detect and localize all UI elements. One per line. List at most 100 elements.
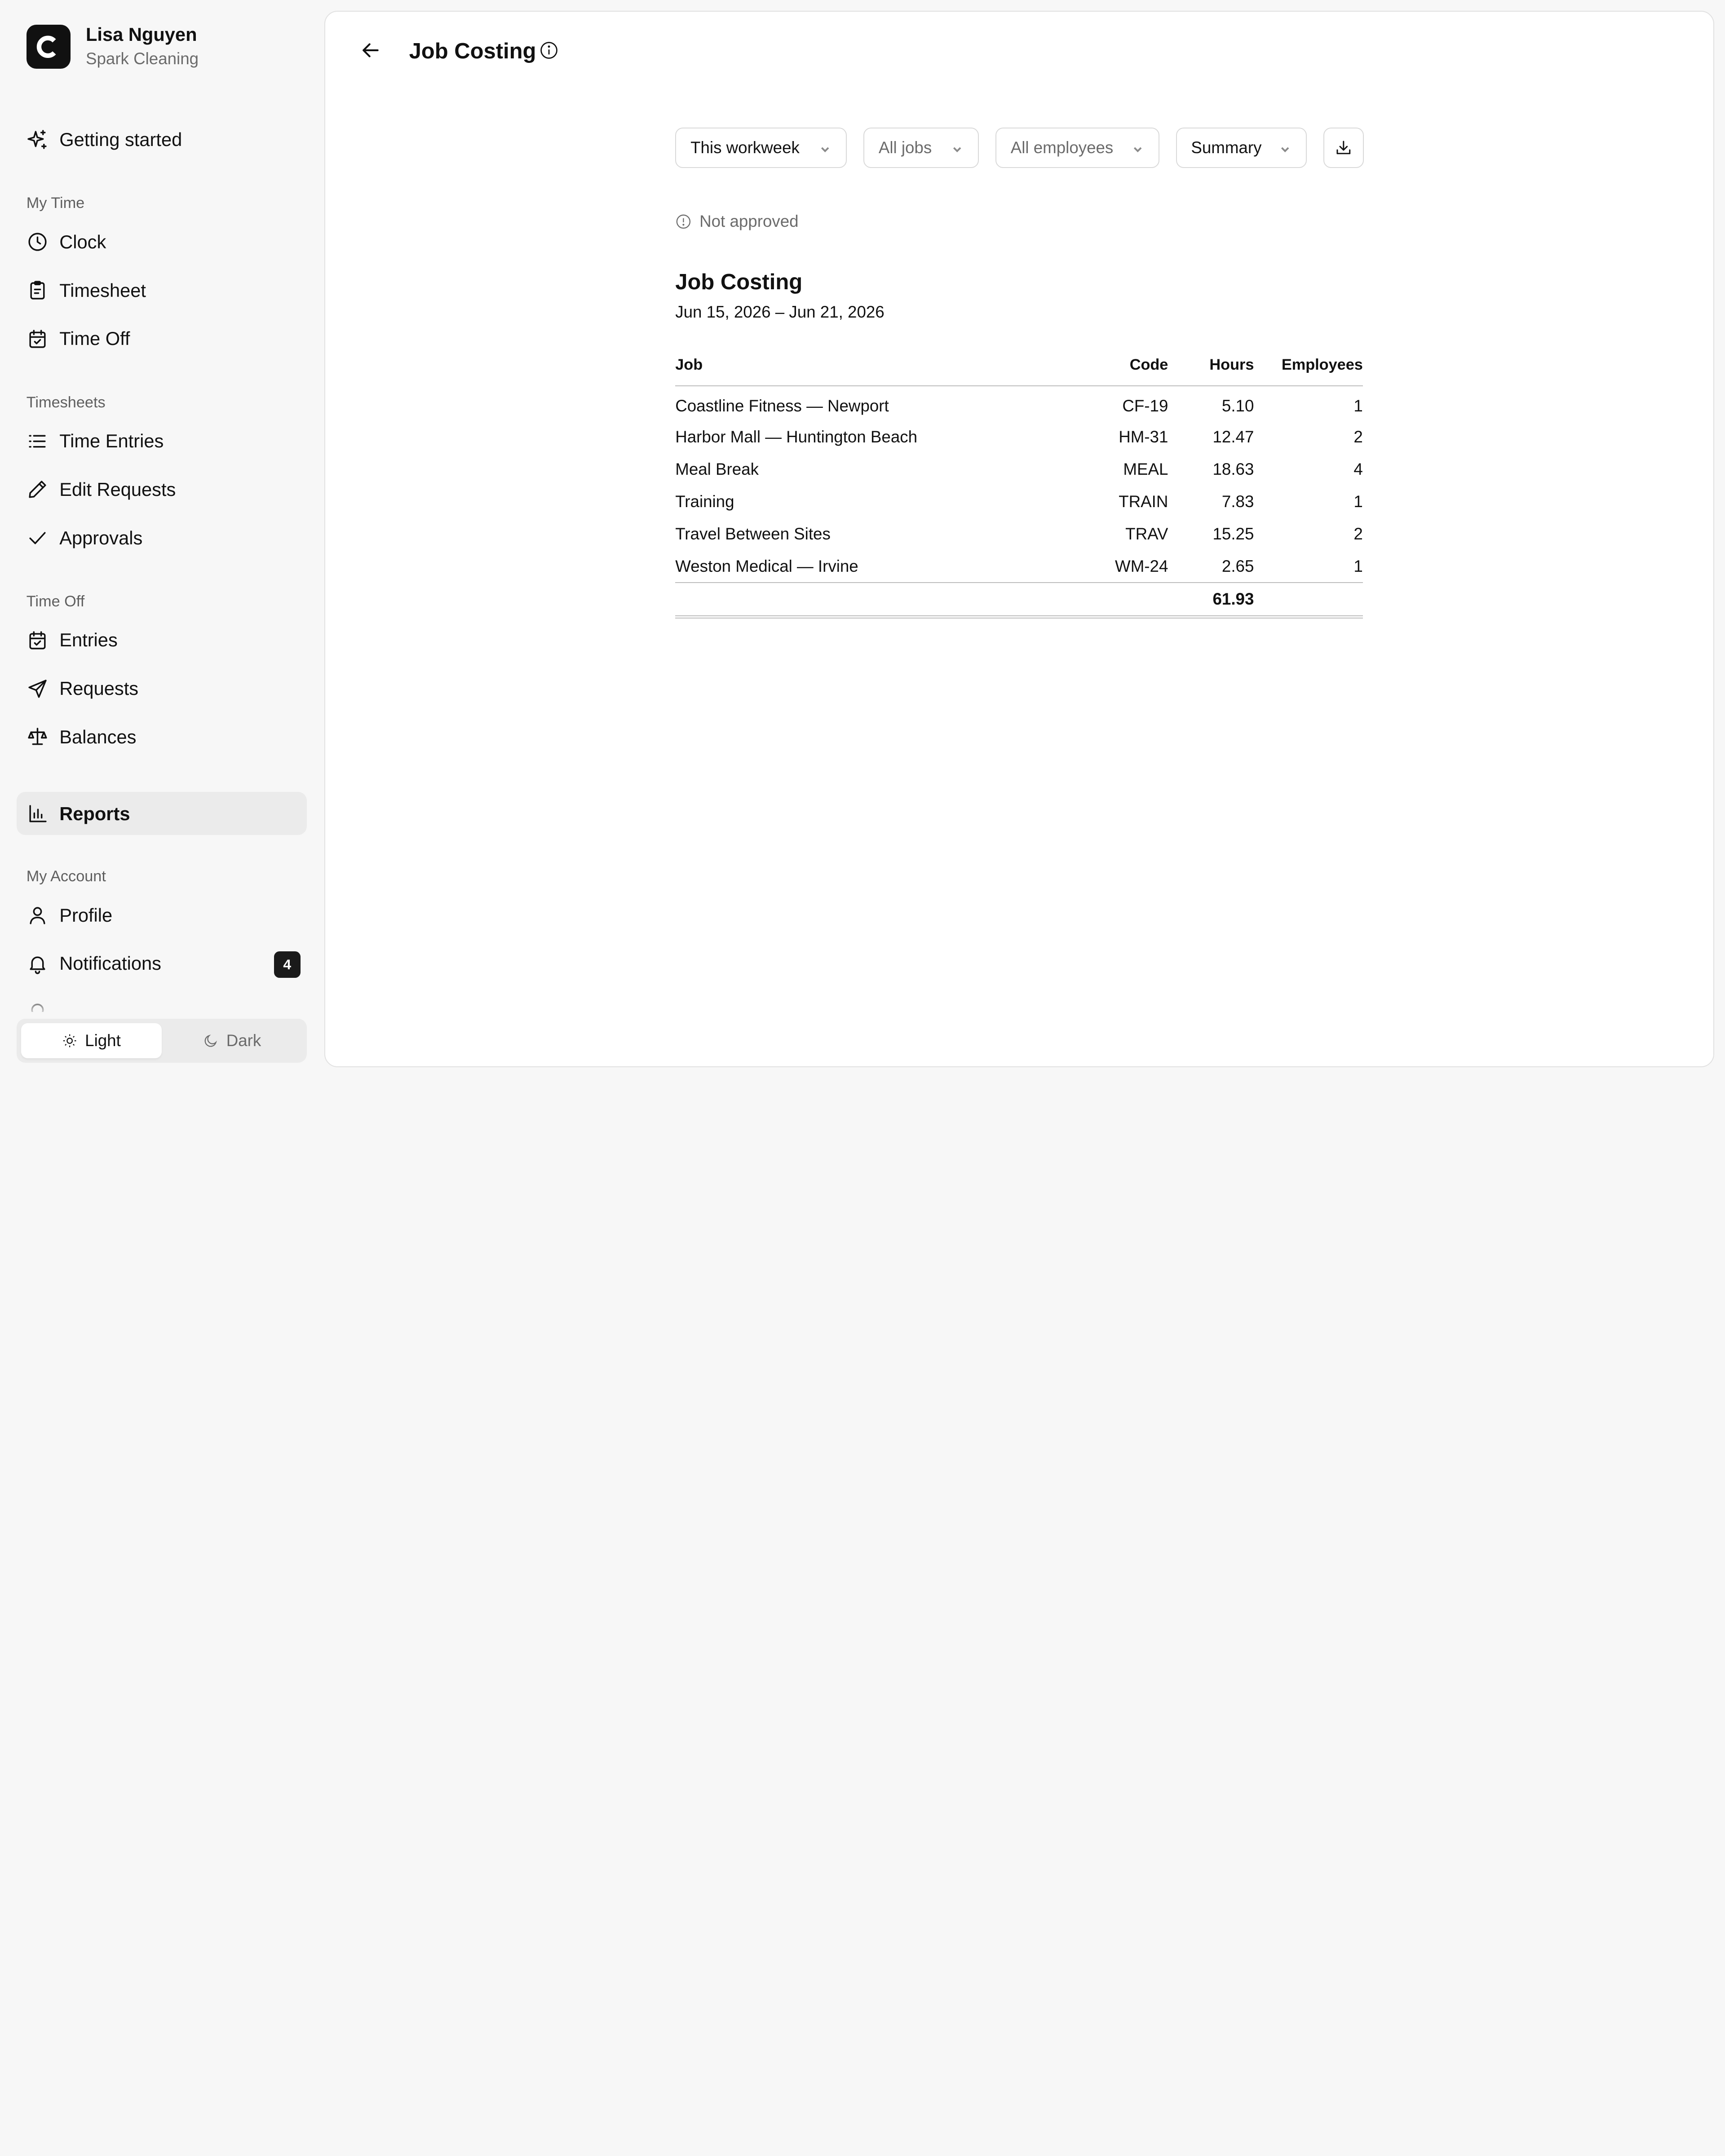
jobs-filter-value: All jobs bbox=[878, 138, 932, 157]
sidebar-item-time-off[interactable]: Time Off bbox=[27, 323, 130, 355]
alert-circle-icon bbox=[676, 214, 691, 229]
cell-hours: 5.10 bbox=[1221, 396, 1254, 415]
clock-icon bbox=[27, 231, 49, 253]
cell-job: Travel Between Sites bbox=[675, 525, 831, 543]
download-button[interactable] bbox=[1323, 127, 1364, 168]
main-panel: Job Costing This workweek All jobs All e… bbox=[324, 11, 1714, 1067]
cell-job: Coastline Fitness — Newport bbox=[675, 396, 889, 415]
chevron-down-icon bbox=[951, 141, 964, 154]
scale-icon bbox=[27, 726, 49, 748]
theme-dark-label: Dark bbox=[226, 1031, 261, 1050]
account-name: Lisa Nguyen bbox=[86, 24, 197, 45]
theme-toggle[interactable]: Light Dark bbox=[16, 1018, 307, 1063]
list-icon bbox=[27, 430, 49, 452]
section-label-my-time: My Time bbox=[26, 194, 85, 212]
sidebar-item-label: Time Entries bbox=[59, 430, 164, 452]
cell-code: TRAV bbox=[1125, 525, 1168, 543]
sidebar-item-label: Edit Requests bbox=[59, 478, 176, 500]
sidebar-item-approvals[interactable]: Approvals bbox=[27, 521, 143, 554]
period-filter-value: This workweek bbox=[690, 138, 800, 157]
theme-light-button[interactable]: Light bbox=[21, 1023, 162, 1058]
cell-hours: 18.63 bbox=[1212, 460, 1254, 479]
table-row: Harbor Mall — Huntington Beach HM-31 12.… bbox=[675, 421, 1363, 453]
chevron-down-icon bbox=[1131, 141, 1144, 154]
column-header-employees: Employees bbox=[1254, 356, 1363, 387]
jobs-filter-select[interactable]: All jobs bbox=[863, 127, 979, 168]
sidebar: Lisa Nguyen Spark Cleaning Getting start… bbox=[0, 0, 323, 1078]
sidebar-item-time-entries[interactable]: Time Entries bbox=[27, 424, 164, 457]
cell-code: HM-31 bbox=[1119, 428, 1168, 446]
cell-employees: 1 bbox=[1353, 492, 1363, 511]
sidebar-item-label: Time Off bbox=[59, 328, 130, 349]
sidebar-item-reports[interactable]: Reports bbox=[27, 798, 130, 831]
arrow-left-icon bbox=[363, 43, 379, 57]
chevron-down-icon bbox=[1278, 141, 1292, 154]
logo-c-icon bbox=[37, 35, 56, 58]
section-label-my-account: My Account bbox=[26, 868, 106, 885]
info-icon[interactable] bbox=[539, 40, 559, 60]
sidebar-item-timesheet[interactable]: Timesheet bbox=[27, 274, 146, 307]
sidebar-item-getting-started[interactable]: Getting started bbox=[27, 123, 182, 156]
sidebar-item-label: Clock bbox=[59, 231, 106, 252]
cell-hours: 7.83 bbox=[1221, 492, 1254, 511]
table-total-row: 61.93 bbox=[675, 582, 1363, 619]
cell-hours: 12.47 bbox=[1212, 428, 1254, 446]
cell-employees: 1 bbox=[1353, 557, 1363, 575]
column-header-code: Code bbox=[1049, 356, 1168, 387]
table-header-row: Job Code Hours Employees bbox=[675, 356, 1363, 387]
section-label-time-off: Time Off bbox=[26, 593, 85, 610]
calendar-check-icon bbox=[27, 328, 49, 350]
period-filter-select[interactable]: This workweek bbox=[675, 127, 847, 168]
employees-filter-select[interactable]: All employees bbox=[995, 127, 1159, 168]
table-row: Travel Between Sites TRAV 15.25 2 bbox=[675, 518, 1363, 550]
section-label-timesheets: Timesheets bbox=[26, 393, 106, 411]
company-logo bbox=[26, 25, 71, 69]
report-title: Job Costing bbox=[675, 270, 803, 295]
calendar-check-icon bbox=[27, 629, 49, 651]
cell-job: Weston Medical — Irvine bbox=[675, 557, 858, 575]
sidebar-item-requests[interactable]: Requests bbox=[27, 672, 138, 705]
sidebar-item-label: Profile bbox=[59, 904, 113, 926]
sidebar-item-label: Balances bbox=[59, 726, 137, 747]
cell-job: Meal Break bbox=[675, 460, 759, 479]
view-mode-value: Summary bbox=[1191, 138, 1262, 157]
sidebar-item-notifications[interactable]: Notifications bbox=[27, 947, 161, 980]
notifications-count-badge: 4 bbox=[274, 951, 301, 978]
view-mode-select[interactable]: Summary bbox=[1176, 127, 1307, 168]
sidebar-item-clock[interactable]: Clock bbox=[27, 225, 106, 258]
user-icon bbox=[27, 904, 49, 926]
table-row: Meal Break MEAL 18.63 4 bbox=[675, 453, 1363, 486]
cell-employees: 1 bbox=[1353, 396, 1363, 415]
bell-icon bbox=[27, 953, 49, 975]
account-switcher[interactable]: Lisa Nguyen Spark Cleaning bbox=[26, 23, 199, 70]
total-hours: 61.93 bbox=[1168, 582, 1254, 619]
account-org: Spark Cleaning bbox=[86, 49, 199, 68]
sidebar-item-label: Timesheet bbox=[59, 279, 146, 301]
sparkles-icon bbox=[27, 129, 49, 151]
sidebar-item-label: Approvals bbox=[59, 527, 143, 548]
cell-job: Training bbox=[675, 492, 734, 511]
chevron-down-icon bbox=[818, 141, 832, 154]
cell-hours: 2.65 bbox=[1221, 557, 1254, 575]
sidebar-item-label: Getting started bbox=[59, 129, 182, 150]
sidebar-item-balances[interactable]: Balances bbox=[27, 720, 137, 753]
theme-dark-button[interactable]: Dark bbox=[162, 1023, 302, 1058]
page-title: Job Costing bbox=[409, 39, 536, 63]
approval-status: Not approved bbox=[675, 212, 799, 231]
column-header-job: Job bbox=[675, 356, 1049, 387]
cell-employees: 4 bbox=[1353, 460, 1363, 479]
sidebar-item-edit-requests[interactable]: Edit Requests bbox=[27, 473, 176, 506]
sidebar-item-label: Reports bbox=[59, 803, 130, 825]
cell-hours: 15.25 bbox=[1212, 525, 1254, 543]
sidebar-item-entries[interactable]: Entries bbox=[27, 624, 118, 657]
send-icon bbox=[27, 678, 49, 700]
sidebar-scroll-fade bbox=[0, 995, 323, 1018]
pencil-icon bbox=[27, 478, 49, 500]
sidebar-item-label: Notifications bbox=[59, 953, 161, 974]
employees-filter-value: All employees bbox=[1010, 138, 1114, 157]
cell-code: CF-19 bbox=[1122, 396, 1168, 415]
back-button[interactable] bbox=[358, 38, 383, 62]
table-row: Training TRAIN 7.83 1 bbox=[675, 486, 1363, 518]
sidebar-item-profile[interactable]: Profile bbox=[27, 899, 112, 932]
moon-icon bbox=[204, 1034, 217, 1047]
